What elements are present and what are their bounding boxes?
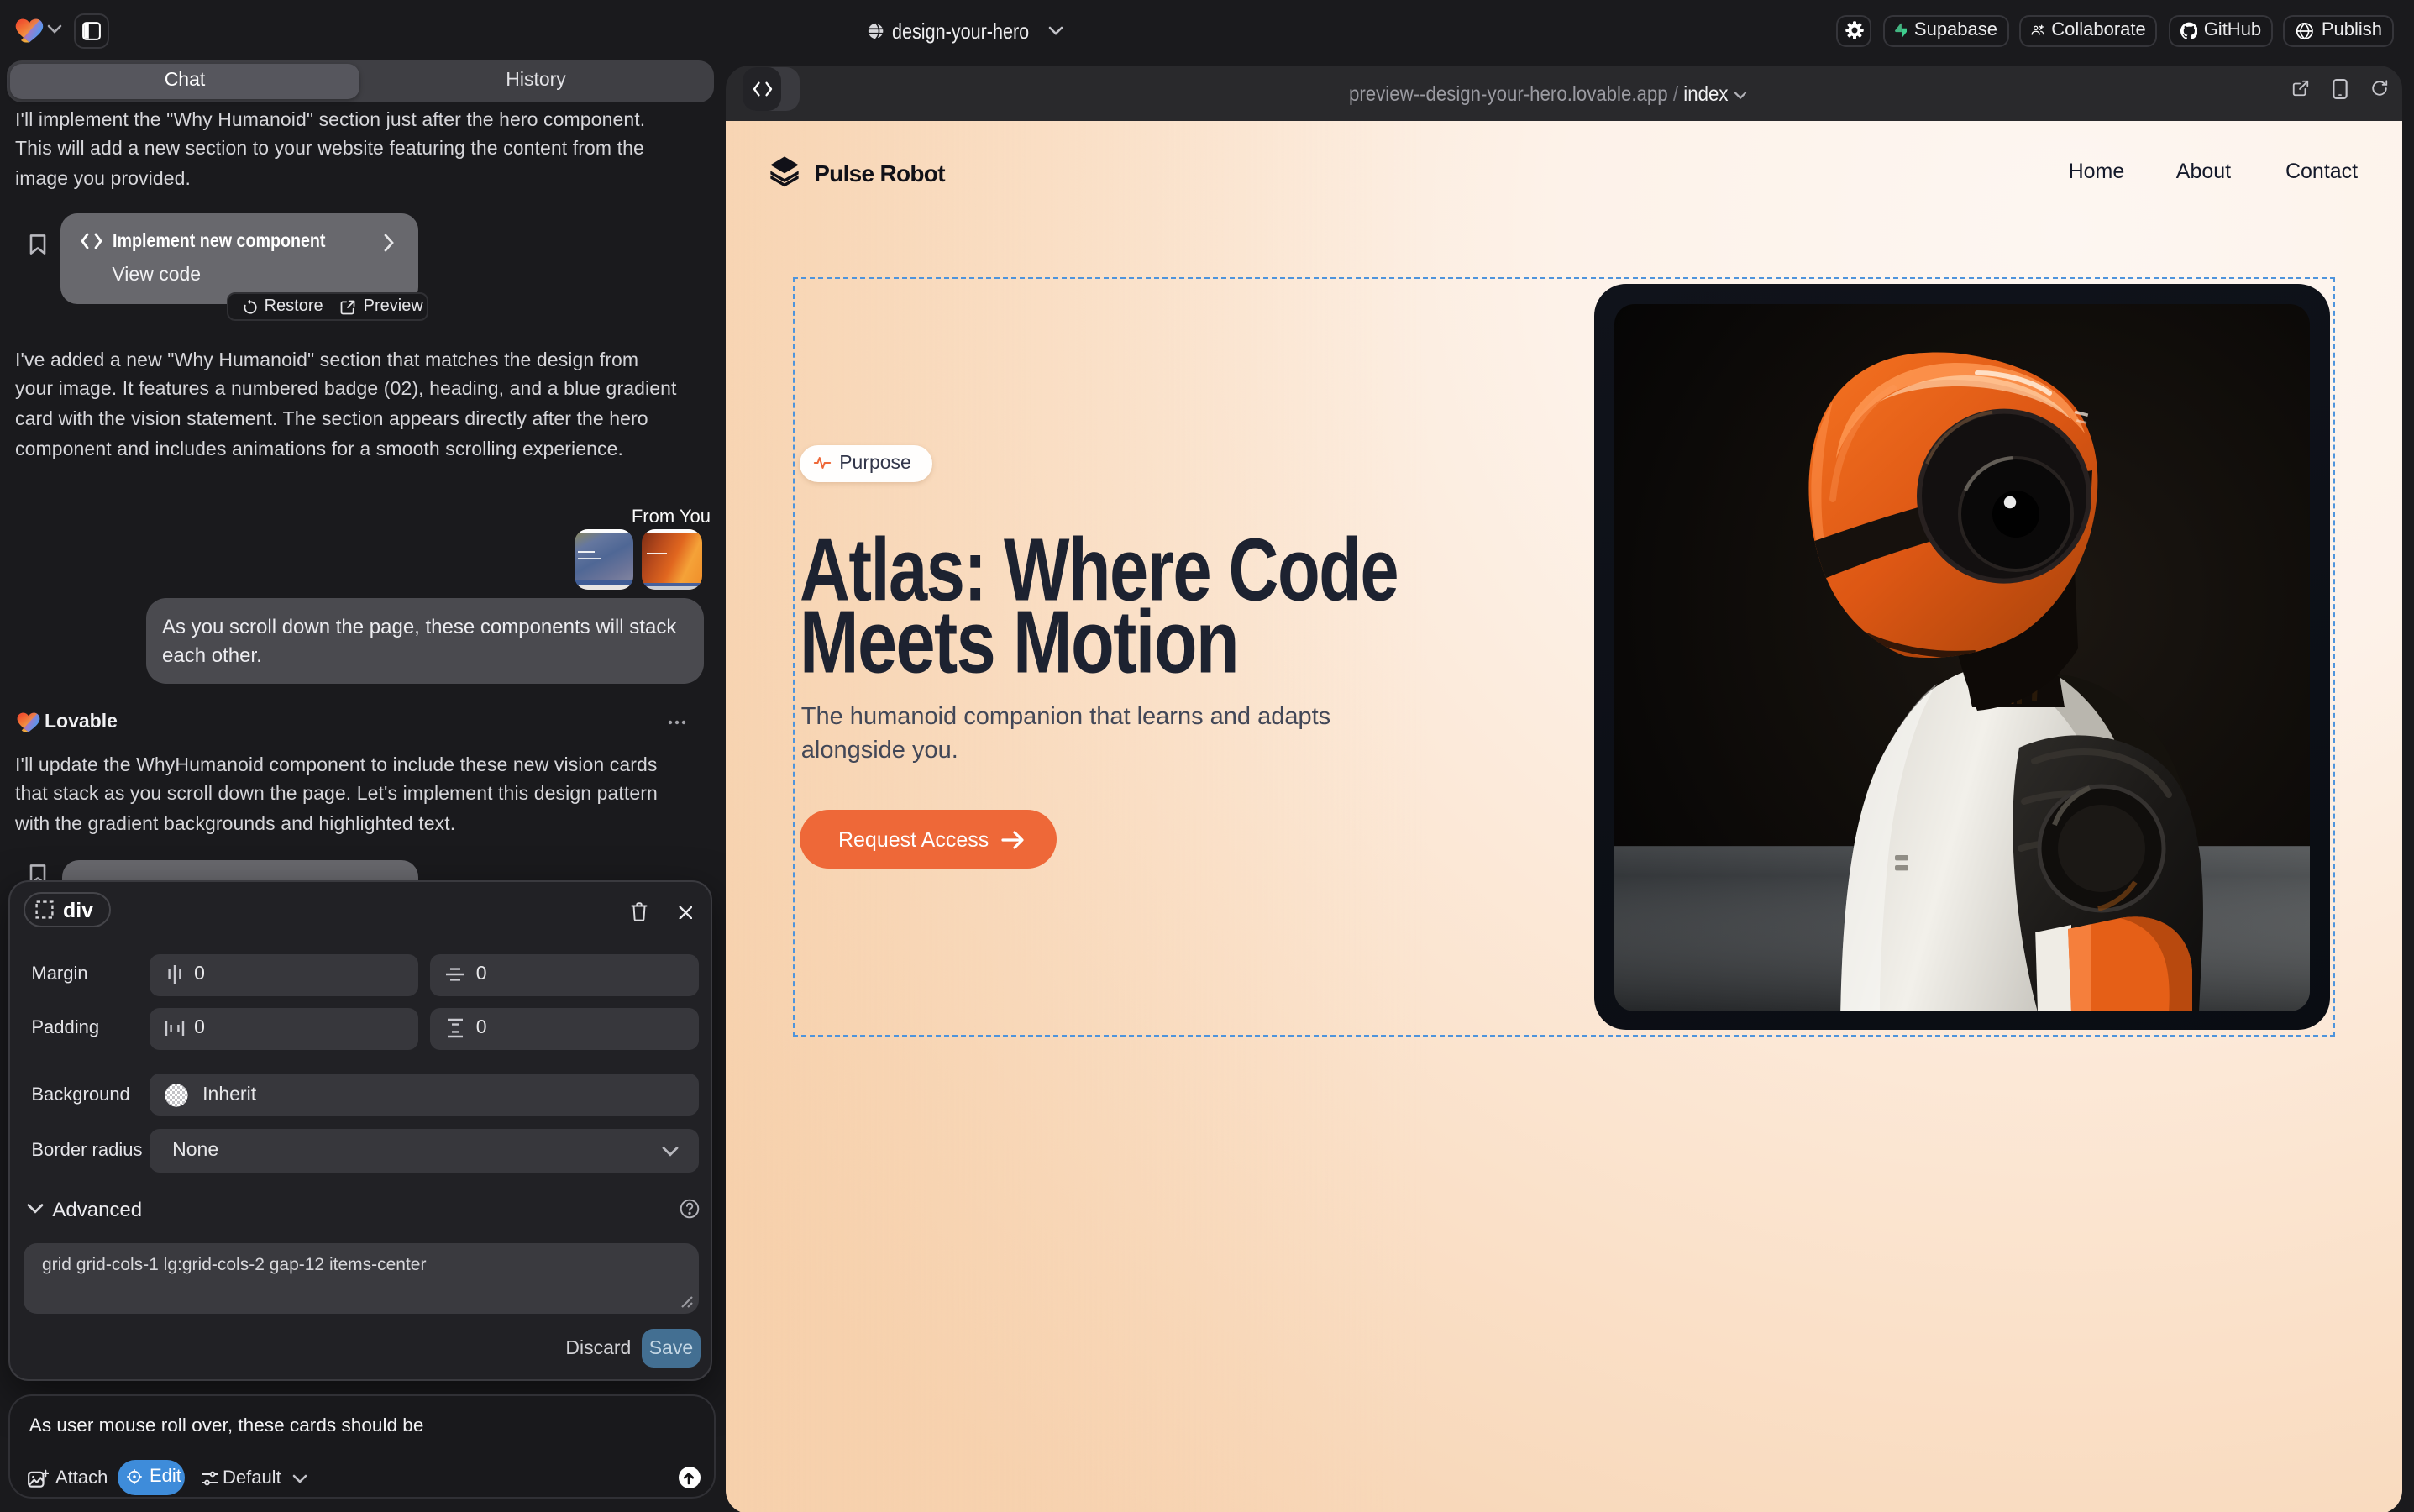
svg-text:Meets Motion: Meets Motion xyxy=(800,592,1239,691)
